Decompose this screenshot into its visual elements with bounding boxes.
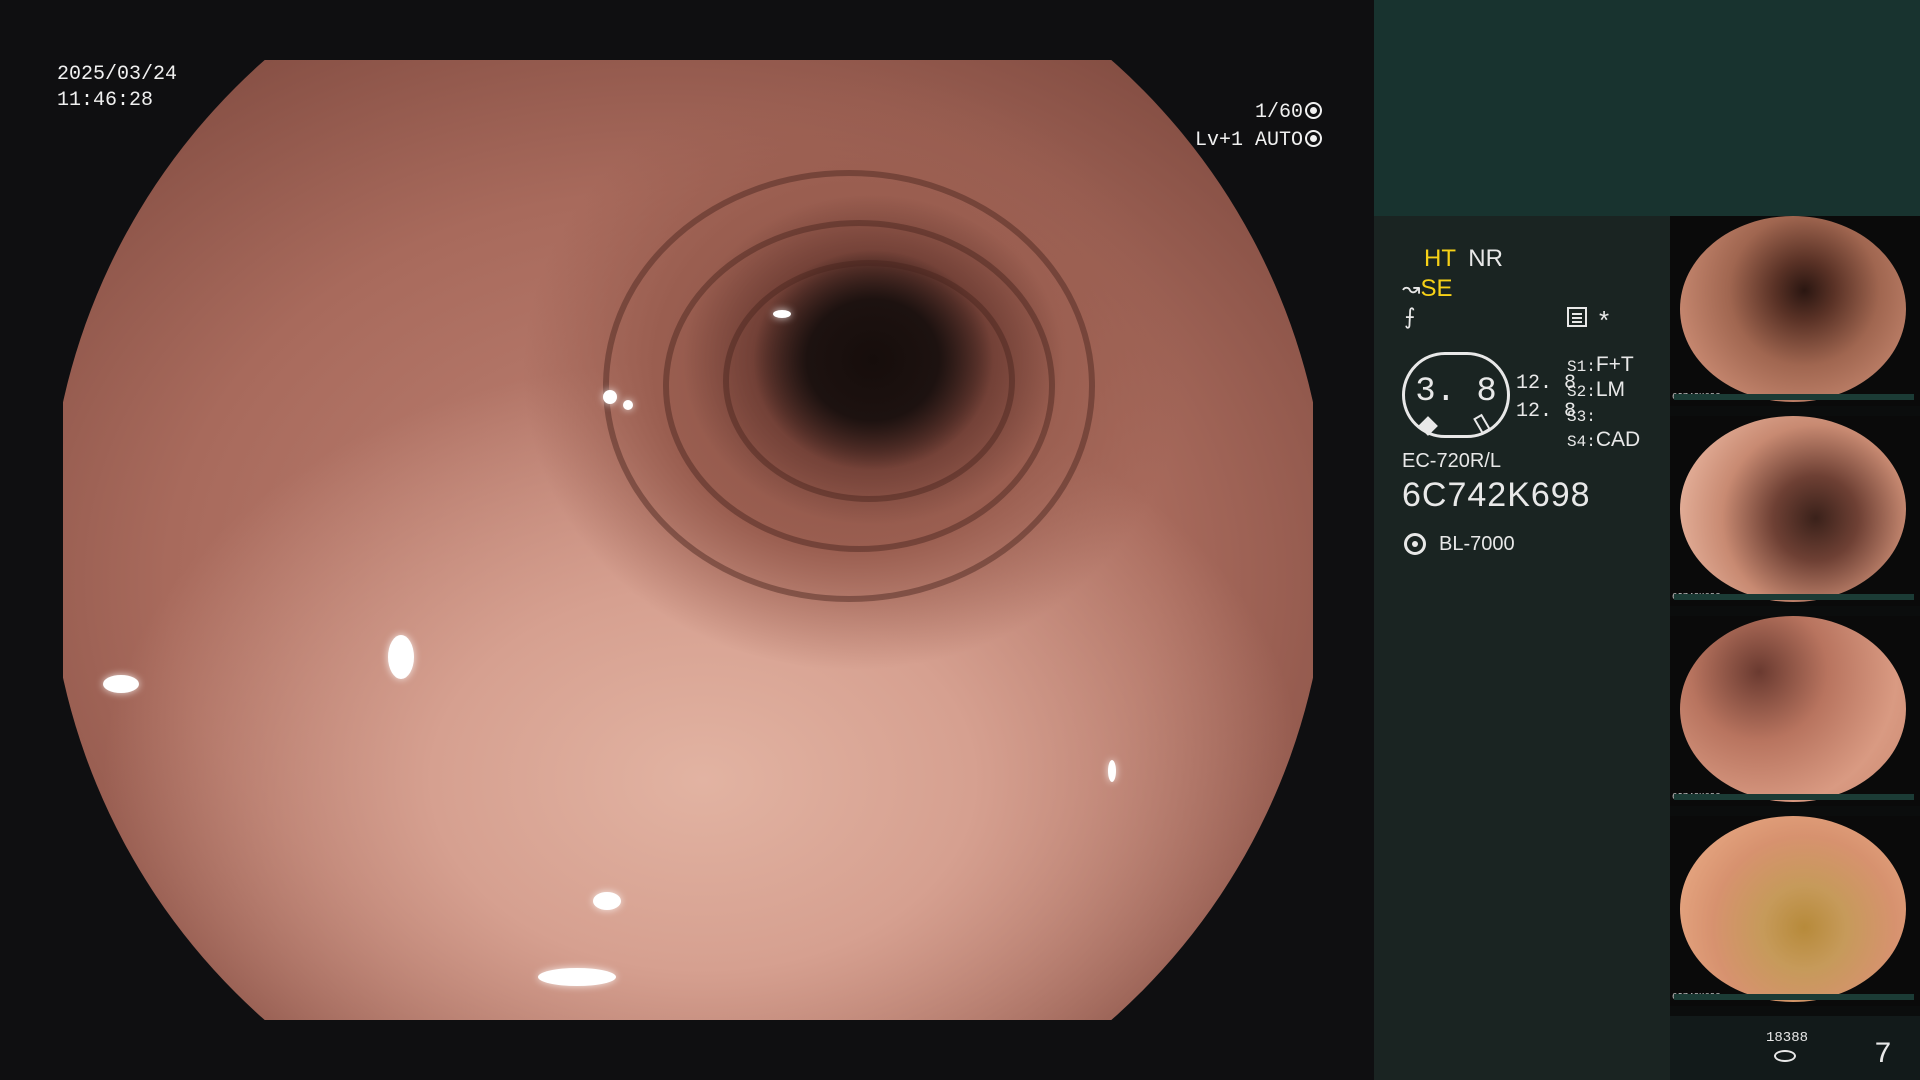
s3-row: S3: — [1567, 400, 1596, 428]
zoom-gauge-value: 3. 8 — [1415, 373, 1497, 411]
thumbnail-image — [1680, 616, 1906, 802]
thumbnail-image — [1680, 816, 1906, 1002]
scope-model: EC-720R/L — [1402, 450, 1501, 472]
light-reflection — [388, 635, 414, 679]
s1-label: S1: — [1567, 358, 1596, 376]
thumbnail-4[interactable]: 6C742K698 — [1670, 816, 1920, 1006]
capture-counter: 18388 — [1766, 1030, 1809, 1046]
record-icon — [1567, 307, 1587, 327]
thumbnail-2[interactable]: 6C742K698 — [1670, 416, 1920, 606]
exposure-info: 1/60 — [1150, 100, 1322, 126]
captured-images-strip: 6C742K698 6C742K698 6C742K698 6C742K698 — [1670, 216, 1920, 1016]
thumbnail-image — [1680, 416, 1906, 602]
s2-label: S2: — [1567, 383, 1596, 401]
s4-row: S4:CAD — [1567, 425, 1640, 453]
haustral-fold — [723, 260, 1015, 502]
storage-icon — [1774, 1050, 1796, 1062]
thumbnail-bar — [1674, 994, 1914, 1000]
structure-enhance-icon: ↝ — [1402, 277, 1421, 302]
shutter-speed: 1/60 — [1254, 101, 1303, 124]
time-readout: 11:46:28 — [57, 89, 154, 112]
s1-value: F+T — [1595, 353, 1634, 376]
light-reflection — [593, 892, 621, 910]
asterisk-indicator: * — [1599, 305, 1610, 335]
ht-nr-row: HT NR — [1424, 245, 1503, 273]
light-reflection — [623, 400, 633, 410]
thumbnail-image — [1680, 216, 1906, 402]
light-reflection — [773, 310, 791, 318]
s3-label: S3: — [1567, 408, 1596, 426]
thumbnail-bar — [1674, 594, 1914, 600]
side-panel: HT NR ↝SE ⨍ * 3. 8 12. 8 12. 8 S1:F+T S2… — [1374, 0, 1920, 1080]
endoscope-image — [63, 60, 1313, 1020]
thumbnail-3[interactable]: 6C742K698 — [1670, 616, 1920, 806]
nr-indicator: NR — [1468, 245, 1503, 272]
light-reflection — [603, 390, 617, 404]
s2-value: LM — [1595, 378, 1625, 401]
auto-iris-icon — [1305, 130, 1322, 147]
thumbnail-bar — [1674, 394, 1914, 400]
s4-value: CAD — [1595, 428, 1641, 451]
light-reflection — [538, 968, 616, 986]
s4-label: S4: — [1567, 433, 1596, 451]
level-mode: Lv+1 AUTO — [1194, 129, 1303, 152]
se-indicator: SE — [1420, 275, 1453, 302]
page-number: 7 — [1874, 1038, 1893, 1072]
panel-header-area — [1374, 0, 1920, 216]
scope-serial: 6C742K698 — [1402, 476, 1591, 514]
s1-row: S1:F+T — [1567, 350, 1634, 378]
gauge-marker-icon — [1473, 413, 1491, 435]
se-row: ↝SE — [1402, 275, 1452, 303]
ht-indicator: HT — [1424, 245, 1456, 272]
zoom-gauge: 3. 8 — [1402, 352, 1510, 438]
light-reflection — [1108, 760, 1116, 782]
info-column — [1374, 216, 1670, 1080]
light-source: BL-7000 — [1439, 533, 1515, 555]
level-info: Lv+1 AUTO — [1150, 128, 1322, 154]
color-mode-icon: ⨍ — [1404, 305, 1416, 330]
light-source-icon — [1404, 533, 1426, 555]
shutter-icon — [1305, 102, 1322, 119]
date-readout: 2025/03/24 — [57, 63, 178, 86]
thumbnail-1[interactable]: 6C742K698 — [1670, 216, 1920, 406]
live-view: 2025/03/24 11:46:28 1/60 Lv+1 AUTO — [0, 0, 1374, 1080]
light-reflection — [103, 675, 139, 693]
thumbnail-bar — [1674, 794, 1914, 800]
s2-row: S2:LM — [1567, 375, 1625, 403]
